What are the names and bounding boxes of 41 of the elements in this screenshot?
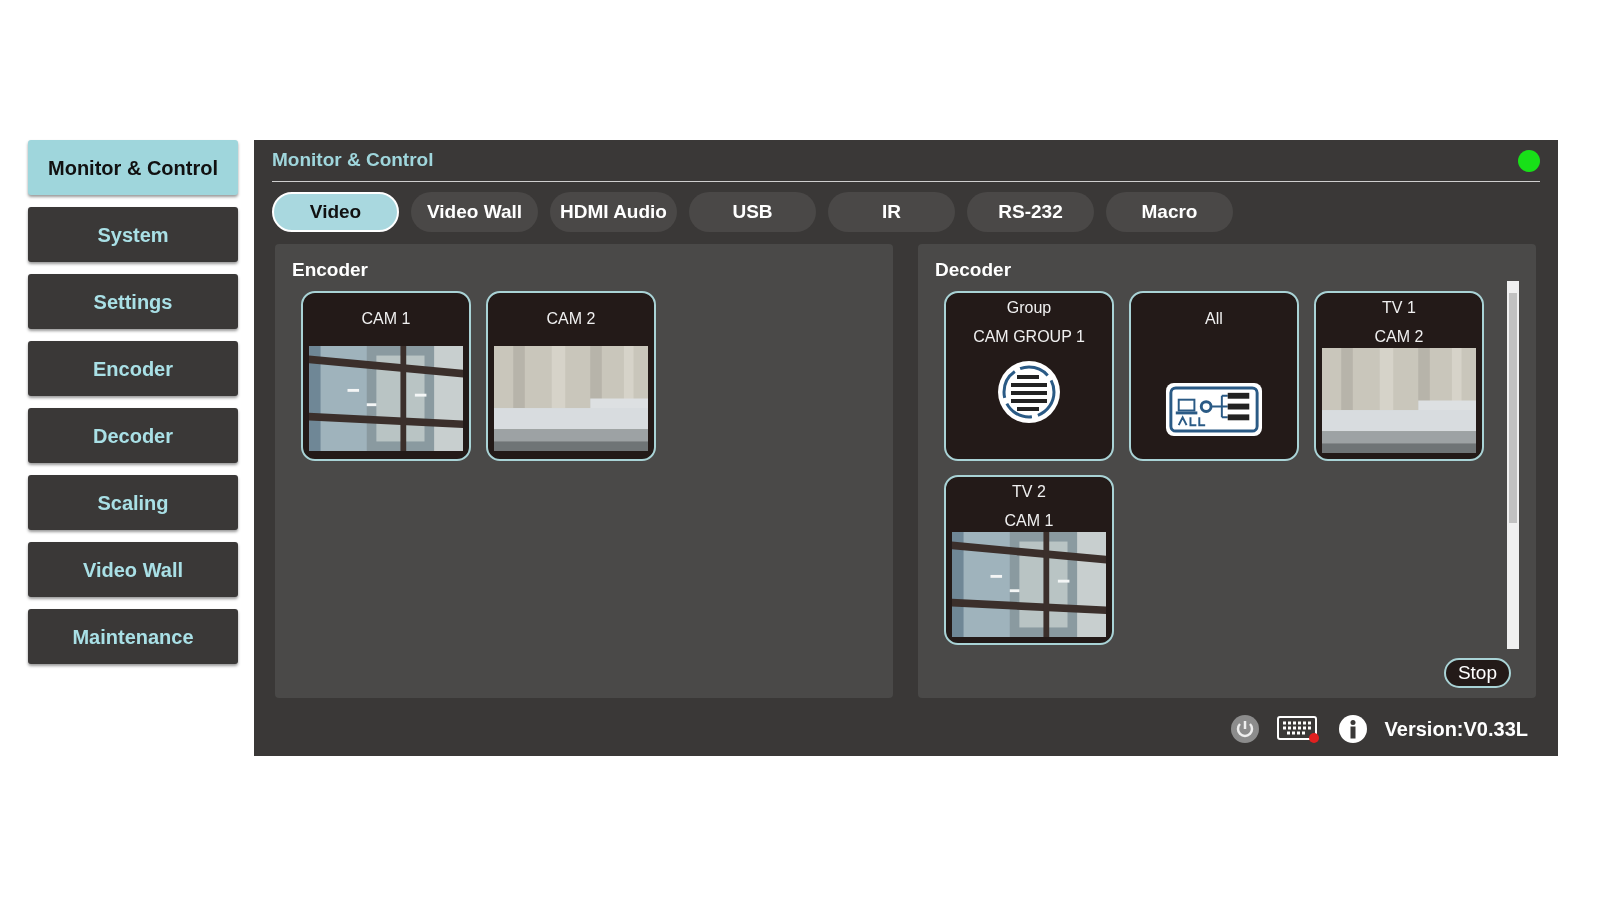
tab[interactable]: Video [272, 192, 399, 232]
scrollbar[interactable] [1507, 280, 1519, 649]
tab[interactable]: USB [689, 192, 816, 232]
video-tile[interactable]: CAM 2 [486, 290, 656, 461]
tile-label: Group [1006, 297, 1052, 318]
section-title: Encoder [292, 258, 369, 282]
tile-label: CAM GROUP 1 [973, 326, 1085, 347]
all-devices-icon [1165, 381, 1263, 437]
tile-label: TV 1 [1382, 297, 1416, 318]
tile-label: CAM 1 [361, 308, 411, 329]
sidebar-item[interactable]: Settings [28, 274, 238, 329]
tab[interactable]: Video Wall [411, 192, 538, 232]
tile-label: All [1205, 308, 1223, 329]
stop-button[interactable]: Stop [1443, 658, 1511, 688]
sidebar-item[interactable]: Scaling [28, 475, 238, 530]
video-tile[interactable]: Group CAM GROUP 1 [944, 290, 1114, 461]
power-icon[interactable] [1230, 715, 1259, 743]
tile-label: TV 2 [1012, 481, 1046, 502]
sidebar-item[interactable]: System [28, 207, 238, 262]
info-icon[interactable] [1338, 715, 1367, 743]
sidebar-item[interactable]: Monitor & Control [28, 140, 238, 195]
version-text: Version:V0.33L [1384, 717, 1528, 742]
panel-title: Monitor & Control [272, 148, 434, 173]
tab[interactable]: HDMI Audio [550, 192, 677, 232]
tile-label: CAM 2 [546, 308, 596, 329]
video-tile[interactable]: TV 1 CAM 2 [1314, 290, 1484, 461]
video-tile[interactable]: CAM 1 [301, 290, 471, 461]
tile-label: CAM 2 [1374, 326, 1424, 347]
video-tile[interactable]: All [1129, 290, 1299, 461]
list-cycle-icon [997, 359, 1061, 424]
section-title: Decoder [935, 258, 1012, 282]
tab[interactable]: Macro [1106, 192, 1233, 232]
video-tile[interactable]: TV 2 CAM 1 [944, 474, 1114, 645]
tile-label: CAM 1 [1004, 510, 1054, 531]
tab[interactable]: IR [828, 192, 955, 232]
sidebar-item[interactable]: Decoder [28, 408, 238, 463]
tab[interactable]: RS-232 [967, 192, 1094, 232]
keyboard-icon[interactable] [1276, 714, 1321, 744]
sidebar-item[interactable]: Maintenance [28, 609, 238, 664]
sidebar-item[interactable]: Encoder [28, 341, 238, 396]
sidebar-item[interactable]: Video Wall [28, 542, 238, 597]
